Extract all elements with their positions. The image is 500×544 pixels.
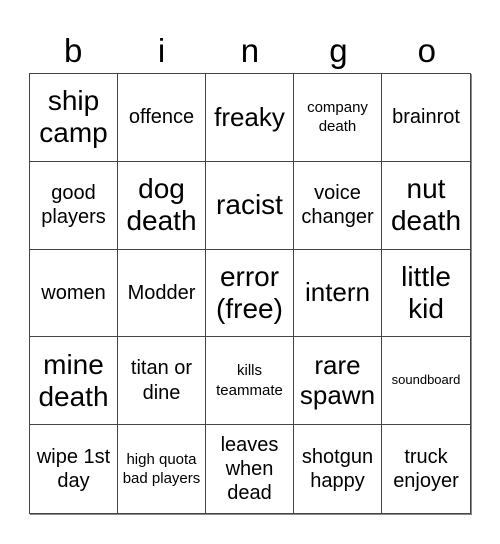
bingo-header: b i n g o [29,30,471,72]
bingo-cell[interactable]: rare spawn [294,337,382,426]
bingo-cell[interactable]: shotgun happy [294,425,382,513]
bingo-grid: ship camp offence freaky company death b… [29,73,471,514]
bingo-cell[interactable]: kills teammate [206,337,294,426]
bingo-cell[interactable]: brainrot [382,74,470,162]
header-letter-g: g [329,32,348,69]
bingo-cell[interactable]: company death [294,74,382,162]
bingo-cell[interactable]: good players [30,161,118,250]
bingo-cell[interactable]: little kid [382,250,470,338]
bingo-cell[interactable]: error (free) [206,249,294,338]
bingo-cell[interactable]: women [30,249,118,338]
bingo-cell[interactable]: Modder [118,249,206,338]
header-letter-n: n [240,32,260,69]
bingo-cell[interactable]: mine death [30,337,118,426]
bingo-cell[interactable]: dog death [118,161,206,250]
bingo-cell[interactable]: intern [294,249,382,338]
header-letter-o: o [417,32,436,69]
bingo-cell[interactable]: titan or dine [118,337,206,426]
bingo-cell[interactable]: nut death [382,162,470,250]
bingo-cell[interactable]: racist [206,161,294,250]
bingo-cell[interactable]: soundboard [382,337,470,426]
header-letter-b: b [64,32,83,69]
bingo-cell[interactable]: wipe 1st day [30,425,118,513]
bingo-cell[interactable]: truck enjoyer [382,425,470,513]
bingo-cell[interactable]: voice changer [294,161,382,250]
header-letter-i: i [157,32,166,69]
bingo-cell[interactable]: ship camp [30,74,118,162]
bingo-cell[interactable]: freaky [206,74,294,162]
bingo-cell[interactable]: leaves when dead [206,425,294,513]
bingo-cell[interactable]: high quota bad players [118,425,206,513]
bingo-cell[interactable]: offence [118,74,206,162]
